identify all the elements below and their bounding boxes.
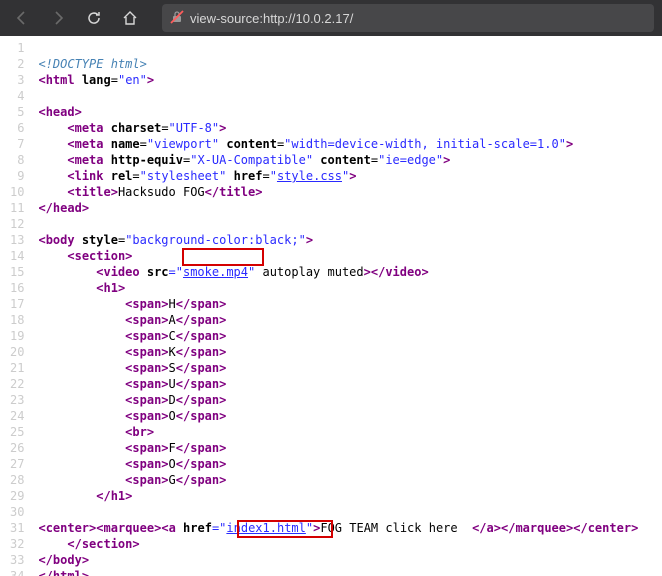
highlight-smoke-mp4 xyxy=(182,248,264,266)
view-source-pane: 1 2 3 4 5 6 7 8 9 10 11 12 13 14 15 16 1… xyxy=(0,36,662,576)
home-button[interactable] xyxy=(116,4,144,32)
doctype: <!DOCTYPE html> xyxy=(38,57,146,71)
stylesheet-link[interactable]: style.css xyxy=(277,169,342,183)
reload-button[interactable] xyxy=(80,4,108,32)
anchor-href-link[interactable]: index1.html xyxy=(226,521,305,535)
url-bar[interactable]: view-source:http://10.0.2.17/ xyxy=(162,4,654,32)
url-text: view-source:http://10.0.2.17/ xyxy=(190,11,353,26)
insecure-icon xyxy=(170,10,184,27)
forward-button[interactable] xyxy=(44,4,72,32)
video-src-link[interactable]: smoke.mp4 xyxy=(183,265,248,279)
source-code[interactable]: <!DOCTYPE html> <html lang="en"> <head> … xyxy=(30,36,646,576)
browser-toolbar: view-source:http://10.0.2.17/ xyxy=(0,0,662,36)
back-button[interactable] xyxy=(8,4,36,32)
line-number-gutter: 1 2 3 4 5 6 7 8 9 10 11 12 13 14 15 16 1… xyxy=(0,36,30,576)
